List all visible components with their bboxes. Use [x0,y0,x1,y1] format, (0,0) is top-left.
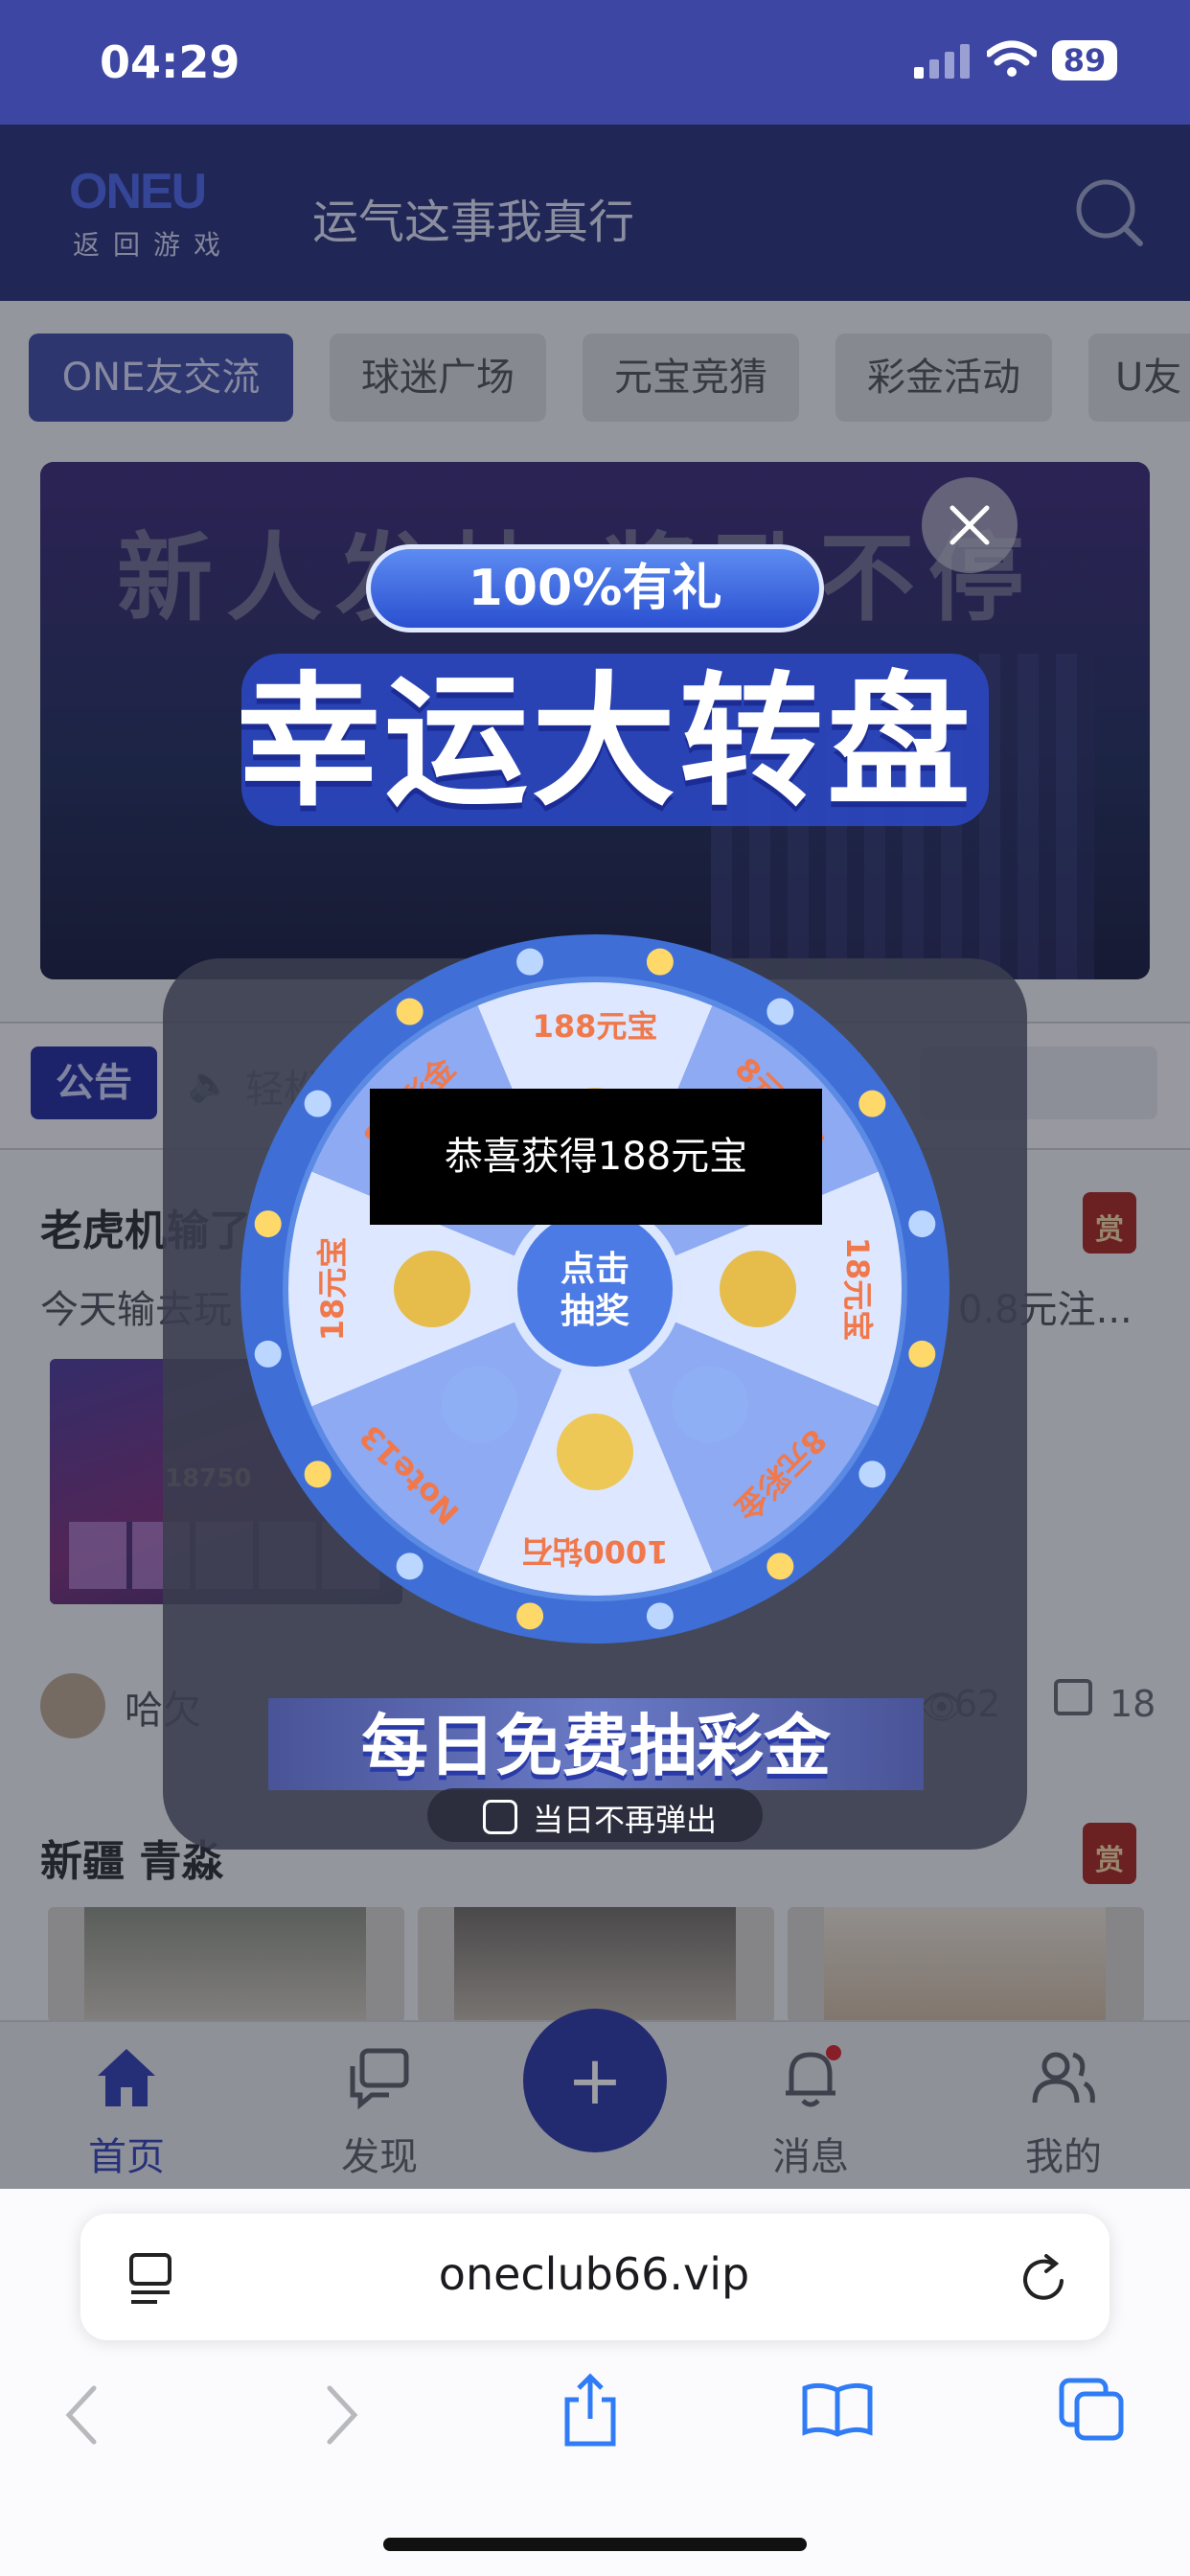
wheel-light [646,948,674,976]
wheel-light [304,1460,332,1488]
prize-icon [672,1366,749,1443]
prize-icon [557,1414,633,1490]
wheel-light [908,1340,936,1368]
prize-label: 1000钻石 [521,1533,668,1570]
prize-icon [720,1251,796,1327]
wheel-light [767,1552,794,1580]
dont-show-label: 当日不再弹出 [533,1802,718,1838]
wheel-light [396,998,423,1025]
spin-button-label: 抽奖 [561,1292,629,1331]
spin-button-label: 点击 [561,1250,629,1289]
status-bar: 04:29 89 [0,0,1190,125]
close-button[interactable] [922,477,1018,573]
result-toast: 恭喜获得188元宝 [370,1089,822,1225]
wheel-light [858,1460,886,1488]
tagline-pill: 100%有礼 [366,544,824,632]
back-icon[interactable] [63,2384,102,2446]
close-icon [950,505,990,545]
wheel-light [908,1210,936,1238]
wheel-light [304,1090,332,1117]
wheel-light [767,998,794,1025]
status-time: 04:29 [100,36,240,88]
reload-icon[interactable] [1019,2252,1069,2306]
cellular-signal-icon [914,44,970,79]
wheel-light [254,1210,282,1238]
prize-label: 18元宝 [839,1237,876,1342]
url-text[interactable]: oneclub66.vip [326,2248,862,2300]
home-indicator [383,2538,807,2551]
wheel-light [254,1340,282,1368]
daily-free-banner: 每日免费抽彩金 [268,1689,924,1796]
wheel-title: 幸运大转盘 [236,659,974,826]
prize-icon [394,1251,470,1327]
prize-label: 188元宝 [533,1008,658,1045]
prize-wheel[interactable]: 188元宝8元彩金18元宝8元彩金1000钻石Note1318元宝8元彩金 点击… [238,932,952,1646]
wheel-light [516,1602,544,1630]
daily-free-title: 每日免费抽彩金 [361,1707,831,1785]
wheel-light [516,948,544,976]
dont-show-checkbox[interactable] [483,1800,517,1834]
wheel-light [646,1602,674,1630]
wheel-light [858,1090,886,1117]
page-menu-icon[interactable] [128,2252,176,2306]
forward-icon[interactable] [322,2384,360,2446]
wheel-light [396,1552,423,1580]
bookmarks-icon[interactable] [801,2380,874,2438]
tabs-icon[interactable] [1058,2377,1125,2442]
spin-button[interactable] [508,1202,682,1376]
wifi-icon [987,40,1037,77]
share-icon[interactable] [561,2373,619,2448]
battery-indicator: 89 [1052,40,1117,80]
prize-label: 18元宝 [314,1237,351,1342]
prize-icon [441,1366,518,1443]
